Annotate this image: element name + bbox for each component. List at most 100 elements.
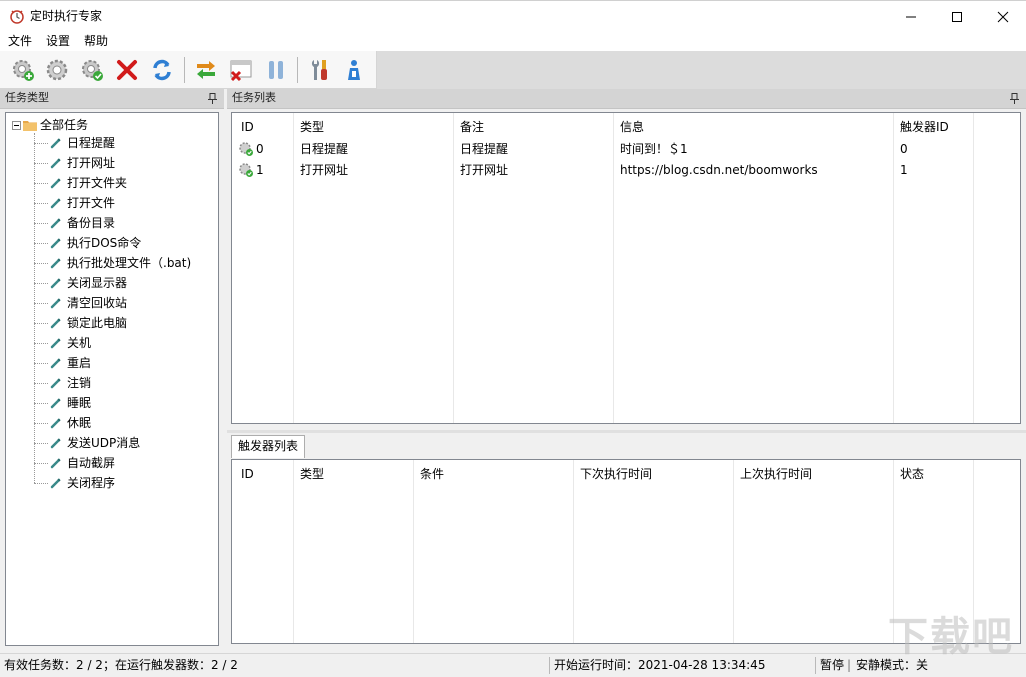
collapse-icon[interactable] [12,120,21,130]
column-divider [232,460,294,643]
trigger-tab-strip: 触发器列表 [227,433,1026,458]
tree-item[interactable]: 执行DOS命令 [34,233,141,253]
tree-item[interactable]: 锁定此电脑 [34,313,127,333]
close-window-button[interactable] [227,56,255,84]
task-leaf-icon [50,338,61,349]
task-leaf-icon [50,198,61,209]
menu-settings[interactable]: 设置 [46,33,70,49]
task-list[interactable]: ID 类型 备注 信息 触发器ID 0 日程提醒 日程提醒 时间到！＄1 0 1… [231,112,1021,424]
task-list-caption: 任务列表 [232,91,276,104]
tree-item[interactable]: 睡眠 [34,393,91,413]
tab-trigger-list[interactable]: 触发器列表 [231,435,306,458]
app-clock-icon [9,8,25,24]
toolbar-separator [184,57,185,83]
status-divider [815,657,816,674]
pin-icon[interactable] [1010,93,1019,104]
status-pause[interactable]: 暂停 [820,654,844,677]
red-x-icon [117,60,137,80]
tree-item[interactable]: 日程提醒 [34,133,115,153]
tree-item[interactable]: 清空回收站 [34,293,127,313]
edit-task-button[interactable] [43,56,71,84]
add-task-button[interactable] [9,56,37,84]
task-type-tree[interactable]: 全部任务 日程提醒打开网址打开文件夹打开文件 备份目录 执行DOS命令 执行批处理文件… [5,112,219,646]
menu-file[interactable]: 文件 [8,33,32,49]
tree-item[interactable]: 打开文件 [34,193,115,213]
pause-icon [269,61,283,79]
status-task-count: 有效任务数：2 / 2；在运行触发器数：2 / 2 [4,658,238,672]
task-leaf-icon [50,358,61,369]
tree-item-label: 睡眠 [67,396,92,410]
close-icon [997,11,1009,22]
about-button[interactable] [340,56,368,84]
minimize-button[interactable] [888,1,934,32]
tree-item[interactable]: 发送UDP消息 [34,433,140,453]
pin-icon[interactable] [208,93,217,104]
column-header-type[interactable]: 类型 [300,119,324,135]
tree-item[interactable]: 重启 [34,353,91,373]
column-header-info[interactable]: 信息 [620,119,644,135]
cell-trigger-id: 0 [900,142,908,156]
tree-item[interactable]: 注销 [34,373,91,393]
task-leaf-icon [50,398,61,409]
maximize-button[interactable] [934,1,980,32]
tree-item-label: 打开网址 [67,156,116,170]
tree-item[interactable]: 关机 [34,333,91,353]
gear-check-icon [239,142,253,156]
menu-help[interactable]: 帮助 [84,33,108,49]
cell-info: https://blog.csdn.net/boomworks [620,163,818,177]
tree-item[interactable]: 休眠 [34,413,91,433]
toolbar [0,51,377,89]
refresh-button[interactable] [148,56,176,84]
column-header-type[interactable]: 类型 [300,466,324,482]
switch-button[interactable] [192,56,220,84]
tree-item[interactable]: 自动截屏 [34,453,115,473]
status-divider [549,657,550,674]
task-leaf-icon [50,278,61,289]
tree-item[interactable]: 打开文件夹 [34,173,127,193]
tree-item[interactable]: 备份目录 [34,213,115,233]
column-header-next-run[interactable]: 下次执行时间 [580,466,652,482]
task-leaf-icon [50,318,61,329]
tree-item[interactable]: 关闭显示器 [34,273,127,293]
column-header-trigger-id[interactable]: 触发器ID [900,119,949,135]
delete-task-button[interactable] [113,56,141,84]
title-bar: 定时执行专家 [0,0,1026,31]
tree-item[interactable]: 关闭程序 [34,473,115,493]
tools-button[interactable] [305,56,333,84]
window-title: 定时执行专家 [30,9,103,23]
column-header-id[interactable]: ID [241,466,254,482]
toolbar-background [377,51,1026,89]
tree-item-label: 注销 [67,376,92,390]
column-header-id[interactable]: ID [241,119,254,135]
column-header-condition[interactable]: 条件 [420,466,444,482]
enable-task-button[interactable] [78,56,106,84]
task-leaf-icon [50,418,61,429]
tree-item[interactable]: 执行批处理文件（.bat) [34,253,191,273]
task-leaf-icon [50,258,61,269]
column-header-last-run[interactable]: 上次执行时间 [740,466,812,482]
tree-connector [34,462,48,464]
tree-item-label: 重启 [67,356,92,370]
column-divider [414,460,574,643]
tree-root-all-tasks[interactable]: 全部任务 [12,117,88,133]
task-list-caption-bar [227,89,1026,109]
close-button[interactable] [980,1,1026,32]
column-divider [894,113,974,423]
tools-icon [311,60,327,80]
task-leaf-icon [50,298,61,309]
pause-button[interactable] [262,56,290,84]
task-leaf-icon [50,178,61,189]
tree-item[interactable]: 打开网址 [34,153,115,173]
column-divider [734,460,894,643]
refresh-icon [153,59,171,81]
tree-item-label: 自动截屏 [67,456,116,470]
column-header-status[interactable]: 状态 [900,466,924,482]
task-type-caption: 任务类型 [5,91,49,104]
tree-connector [34,402,48,404]
tree-item-label: 打开文件夹 [67,176,128,190]
column-header-note[interactable]: 备注 [460,119,484,135]
tree-connector [34,162,48,164]
gear-check-icon [82,60,103,81]
column-divider [232,113,294,423]
gear-icon [46,59,68,81]
